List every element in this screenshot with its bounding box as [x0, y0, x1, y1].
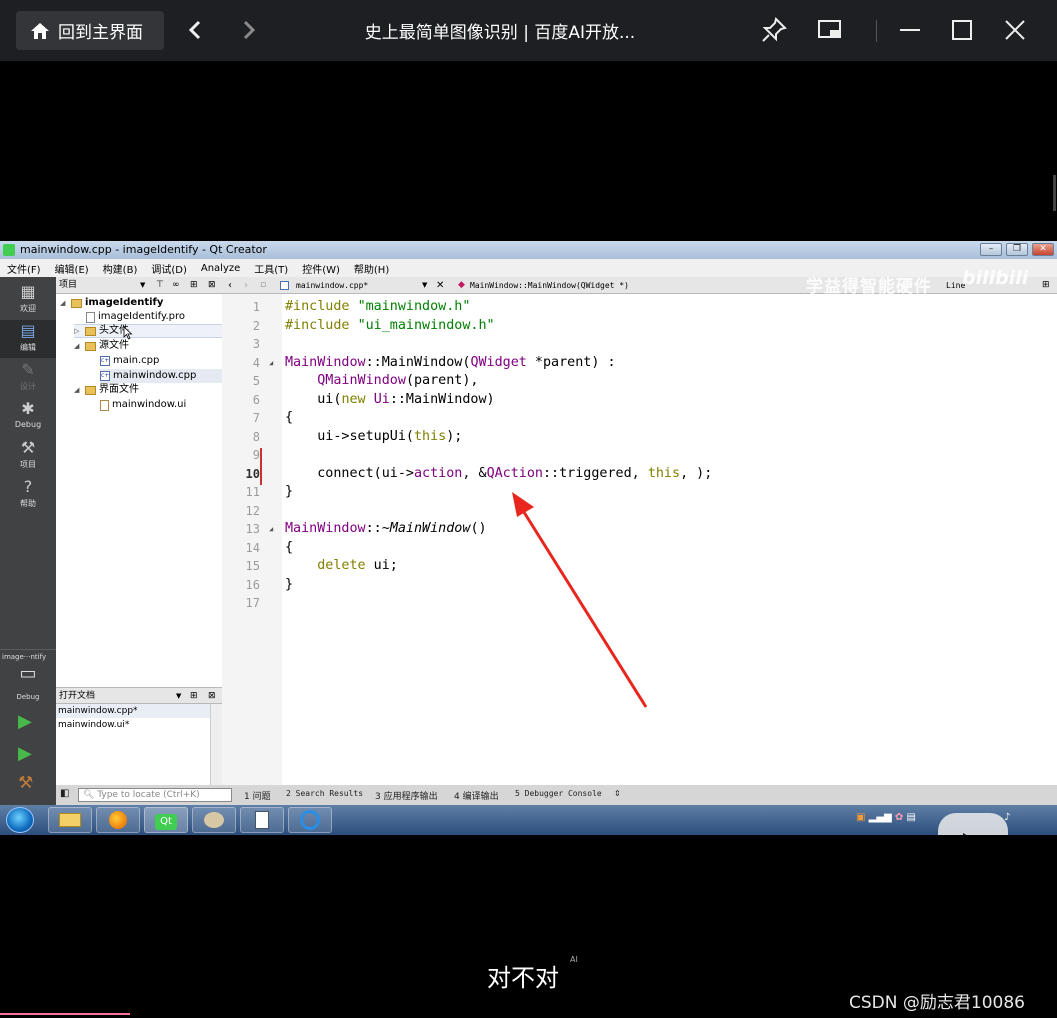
windows-taskbar: Qt ▣ ▂▄▆ ✿ ▤ ♪	[0, 805, 1057, 835]
pin-icon[interactable]	[758, 14, 790, 46]
video-subtitle: 对不对	[487, 964, 559, 992]
pip-icon[interactable]	[814, 14, 846, 46]
player-title-bar: 回到主界面 史上最简单图像识别 | 百度AI开放...	[0, 0, 1057, 61]
tab-issues[interactable]: 1 问题	[244, 789, 271, 802]
tab-debugger-console[interactable]: 5 Debugger Console	[515, 789, 602, 798]
progress-bar[interactable]	[0, 1013, 130, 1015]
locate-input[interactable]: 🔍︎ Type to locate (Ctrl+K)	[78, 788, 232, 802]
close-icon[interactable]	[999, 14, 1031, 46]
tray-network-icon[interactable]: ▤	[906, 812, 915, 823]
system-tray: ▣ ▂▄▆ ✿ ▤ ♪	[856, 812, 1010, 823]
video-title: 史上最简单图像识别 | 百度AI开放...	[364, 23, 636, 43]
home-button-label: 回到主界面	[58, 23, 143, 43]
channel-watermark: 学益得智能硬件	[806, 277, 932, 297]
tray-flower-icon[interactable]: ✿	[895, 812, 903, 823]
internet-explorer-icon[interactable]	[288, 807, 332, 833]
play-icon	[963, 833, 985, 835]
back-icon[interactable]	[180, 14, 212, 46]
home-button[interactable]: 回到主界面	[16, 11, 164, 50]
bilibili-logo: bilibili	[962, 267, 1029, 289]
paint-icon[interactable]	[192, 807, 236, 833]
locate-placeholder: Type to locate (Ctrl+K)	[97, 790, 200, 800]
annotation-arrow	[512, 492, 648, 708]
maximize-icon[interactable]	[946, 14, 978, 46]
signal-icon[interactable]: ▂▄▆	[869, 812, 892, 823]
more-tabs-icon[interactable]: ⇕	[614, 789, 621, 798]
tray-app-icon[interactable]: ▣	[856, 812, 865, 823]
notepad-icon[interactable]	[240, 807, 284, 833]
csdn-watermark: CSDN @励志君10086	[849, 993, 1025, 1013]
toolbar-separator	[876, 20, 877, 42]
tab-search-results[interactable]: 2 Search Results	[286, 789, 363, 798]
video-frame[interactable]: mainwindow.cpp - imageIdentify - Qt Crea…	[0, 241, 1057, 835]
forward-icon[interactable]	[232, 14, 264, 46]
tab-application-output[interactable]: 3 应用程序输出	[375, 789, 438, 802]
firefox-icon[interactable]	[96, 807, 140, 833]
scrollbar-thumb[interactable]	[1053, 175, 1056, 211]
qt-creator-icon[interactable]: Qt	[144, 807, 188, 833]
toggle-sidebar-icon[interactable]: ◧	[60, 788, 69, 799]
search-icon: 🔍︎	[83, 790, 95, 800]
tab-compile-output[interactable]: 4 编译输出	[454, 789, 499, 802]
minimize-icon[interactable]	[894, 14, 926, 46]
play-button[interactable]	[938, 813, 1008, 835]
output-pane-bar: ◧ 🔍︎ Type to locate (Ctrl+K) 1 问题 2 Sear…	[56, 785, 1057, 805]
file-explorer-icon[interactable]	[48, 807, 92, 833]
start-button-icon[interactable]	[6, 807, 34, 833]
home-icon	[31, 22, 49, 39]
ai-subtitle-tag: AI	[570, 955, 578, 964]
